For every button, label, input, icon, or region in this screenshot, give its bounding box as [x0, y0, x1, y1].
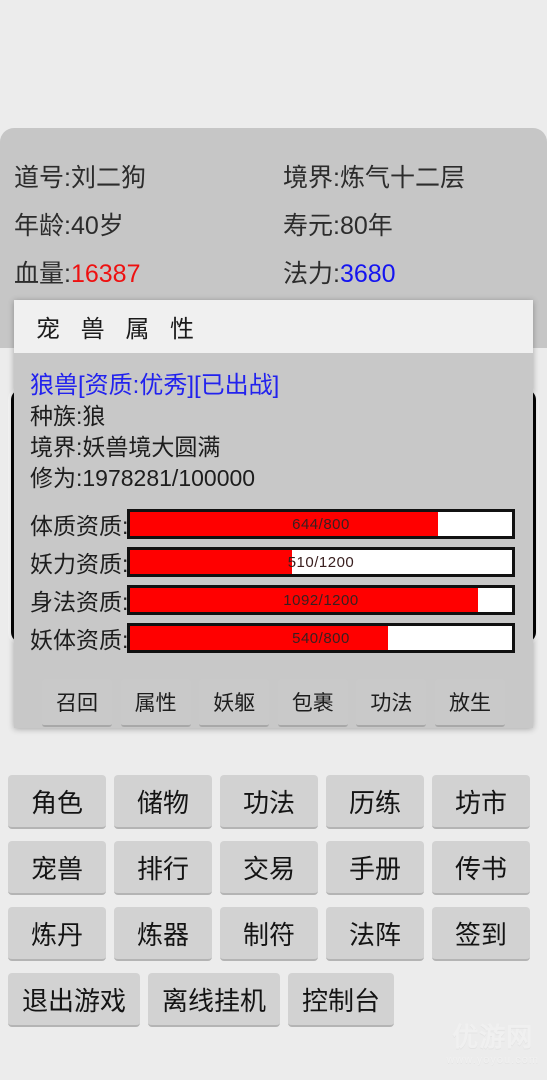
- stat-bar-physique: 644/800: [127, 509, 515, 539]
- pet-dialog-title: 宠 兽 属 性: [36, 316, 202, 343]
- watermark-url: www.yoyou.com: [446, 1054, 539, 1066]
- stat-bar-demon-power: 510/1200: [127, 547, 515, 577]
- character-dao-name-value: 刘二狗: [70, 164, 146, 192]
- character-info-row: 年龄:40岁 寿元:80年: [8, 200, 539, 248]
- character-realm-label: 境界:: [283, 164, 340, 192]
- pet-action-demon-body-button[interactable]: 妖躯: [199, 679, 270, 727]
- character-age: 年龄:40岁: [8, 206, 283, 242]
- pet-action-bag-button[interactable]: 包裹: [277, 679, 348, 727]
- pet-action-attribute-button[interactable]: 属性: [120, 679, 191, 727]
- pet-dialog-titlebar: 宠 兽 属 性: [14, 300, 533, 353]
- menu-button-message[interactable]: 传书: [432, 841, 530, 895]
- main-menu: 角色 储物 功法 历练 坊市 宠兽 排行 交易 手册 传书 炼丹 炼器 制符 法…: [0, 775, 547, 1039]
- menu-button-trade[interactable]: 交易: [220, 841, 318, 895]
- pet-species-line: 种族:狼: [30, 403, 106, 429]
- pet-name-line: 狼兽[资质:优秀][已出战]: [30, 372, 280, 399]
- app-root: 道号:刘二狗 境界:炼气十二层 年龄:40岁 寿元:80年 血量:16387 法…: [0, 0, 547, 1080]
- pet-realm-line: 境界:妖兽境大圆满: [30, 434, 221, 460]
- character-lifespan-value: 80年: [339, 212, 393, 240]
- stat-text-agility: 1092/1200: [283, 591, 359, 609]
- character-hp-label: 血量:: [14, 260, 71, 288]
- character-info-row: 道号:刘二狗 境界:炼气十二层: [8, 152, 539, 200]
- character-lifespan: 寿元:80年: [283, 206, 539, 242]
- menu-button-checkin[interactable]: 签到: [432, 907, 530, 961]
- main-menu-row: 退出游戏 离线挂机 控制台: [8, 973, 539, 1027]
- character-info-row: 血量:16387 法力:3680: [8, 248, 539, 296]
- character-lifespan-label: 寿元:: [283, 212, 340, 240]
- character-mp-value: 3680: [339, 260, 396, 288]
- character-hp: 血量:16387: [8, 254, 283, 290]
- menu-button-market[interactable]: 坊市: [432, 775, 530, 829]
- menu-button-manual[interactable]: 手册: [326, 841, 424, 895]
- main-menu-row: 宠兽 排行 交易 手册 传书: [8, 841, 539, 895]
- character-realm-value: 炼气十二层: [339, 164, 465, 192]
- main-menu-row: 炼丹 炼器 制符 法阵 签到: [8, 907, 539, 961]
- stat-row-demon-body: 妖体资质: 540/800: [24, 619, 523, 657]
- menu-button-pet[interactable]: 宠兽: [8, 841, 106, 895]
- pet-stat-bar-list: 体质资质: 644/800 妖力资质: 510/1200 身法资质: 1092/…: [24, 505, 523, 657]
- character-hp-value: 16387: [70, 260, 141, 288]
- stat-bar-agility: 1092/1200: [127, 585, 515, 615]
- menu-button-adventure[interactable]: 历练: [326, 775, 424, 829]
- stat-row-physique: 体质资质: 644/800: [24, 505, 523, 543]
- stat-bar-demon-body: 540/800: [127, 623, 515, 653]
- character-age-label: 年龄:: [14, 212, 71, 240]
- pet-action-release-button[interactable]: 放生: [434, 679, 505, 727]
- stat-row-demon-power: 妖力资质: 510/1200: [24, 543, 523, 581]
- stat-label-physique: 体质资质:: [30, 513, 129, 539]
- character-dao-name: 道号:刘二狗: [8, 158, 283, 194]
- character-age-value: 40岁: [70, 212, 124, 240]
- pet-dialog-action-bar: 召回 属性 妖躯 包裹 功法 放生: [24, 679, 523, 727]
- pet-action-skills-button[interactable]: 功法: [356, 679, 427, 727]
- character-mp-label: 法力:: [283, 260, 340, 288]
- character-mp: 法力:3680: [283, 254, 539, 290]
- character-dao-name-label: 道号:: [14, 164, 71, 192]
- menu-button-talisman[interactable]: 制符: [220, 907, 318, 961]
- menu-button-storage[interactable]: 储物: [114, 775, 212, 829]
- main-menu-row: 角色 储物 功法 历练 坊市: [8, 775, 539, 829]
- menu-button-console[interactable]: 控制台: [288, 973, 395, 1027]
- pet-attribute-dialog: 宠 兽 属 性 狼兽[资质:优秀][已出战] 种族:狼 境界:妖兽境大圆满 修为…: [14, 300, 533, 728]
- stat-text-demon-power: 510/1200: [287, 553, 355, 571]
- stat-label-demon-power: 妖力资质:: [30, 551, 129, 577]
- character-realm: 境界:炼气十二层: [283, 158, 539, 194]
- pet-dialog-body: 狼兽[资质:优秀][已出战] 种族:狼 境界:妖兽境大圆满 修为:1978281…: [14, 353, 533, 727]
- menu-button-quit-game[interactable]: 退出游戏: [8, 973, 141, 1027]
- menu-button-character[interactable]: 角色: [8, 775, 106, 829]
- stat-text-physique: 644/800: [292, 515, 350, 533]
- menu-button-ranking[interactable]: 排行: [114, 841, 212, 895]
- menu-button-skills[interactable]: 功法: [220, 775, 318, 829]
- stat-label-agility: 身法资质:: [30, 589, 129, 615]
- menu-button-refining[interactable]: 炼器: [114, 907, 212, 961]
- stat-text-demon-body: 540/800: [292, 629, 350, 647]
- pet-action-recall-button[interactable]: 召回: [42, 679, 112, 727]
- menu-button-offline-idle[interactable]: 离线挂机: [148, 973, 281, 1027]
- menu-button-formation[interactable]: 法阵: [326, 907, 424, 961]
- stat-row-agility: 身法资质: 1092/1200: [24, 581, 523, 619]
- pet-cultivation-line: 修为:1978281/100000: [30, 465, 256, 491]
- menu-button-alchemy[interactable]: 炼丹: [8, 907, 106, 961]
- stat-label-demon-body: 妖体资质:: [30, 627, 129, 653]
